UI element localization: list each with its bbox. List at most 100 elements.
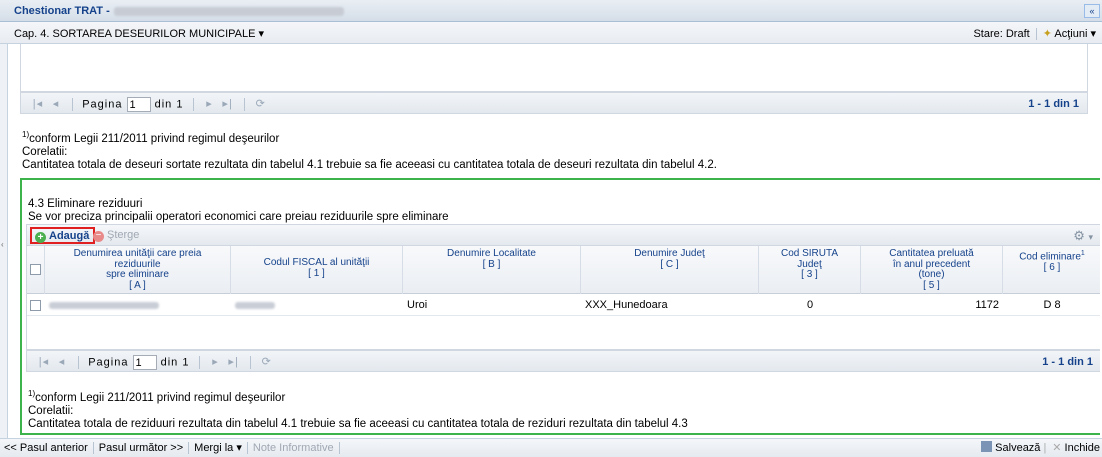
- col-header-line: Denumire Judeţ: [634, 248, 705, 259]
- plus-icon: +: [35, 232, 46, 243]
- page-of-label: din 1: [154, 98, 184, 111]
- footnote-body: conform Legii 211/2011 privind regimul d…: [29, 132, 280, 145]
- select-all-checkbox[interactable]: [27, 246, 45, 294]
- next-page-icon[interactable]: ▸: [209, 355, 223, 368]
- menubar-right: Stare: Draft ✦ Acţiuni ▾: [973, 27, 1096, 41]
- page-label: Pagina: [88, 356, 129, 369]
- chevron-down-icon: ▾: [1088, 232, 1093, 242]
- row-checkbox[interactable]: [27, 295, 45, 316]
- col-header-judet[interactable]: Denumire Judeţ [ C ]: [581, 246, 759, 294]
- col-header-siruta[interactable]: Cod SIRUTA Judeţ [ 3 ]: [759, 246, 861, 294]
- chapter-label: Cap. 4. SORTAREA DESEURILOR MUNICIPALE: [14, 28, 256, 40]
- cell-siruta[interactable]: 0: [759, 295, 861, 316]
- divider: [249, 356, 251, 369]
- close-icon: ✕: [1052, 442, 1062, 454]
- last-page-icon[interactable]: ▸|: [227, 355, 241, 368]
- minus-icon: −: [93, 231, 104, 242]
- prev-step-button[interactable]: << Pasul anterior: [4, 442, 88, 454]
- divider: [246, 442, 248, 455]
- chevron-down-icon: ▾: [236, 442, 242, 454]
- divider: |: [1043, 442, 1047, 454]
- records-count: 1 - 1 din 1: [1042, 356, 1093, 368]
- actions-menu[interactable]: Acţiuni: [1054, 28, 1087, 40]
- divider: [72, 98, 74, 111]
- col-header-cantitate[interactable]: Cantitatea preluată în anul precedent (t…: [861, 246, 1003, 294]
- col-header-code: [ 6 ]: [1043, 261, 1061, 273]
- checkbox[interactable]: [30, 299, 41, 311]
- col-header-localitate[interactable]: Denumire Localitate [ B ]: [403, 246, 581, 294]
- divider: [198, 356, 200, 369]
- page-of-label: din 1: [160, 356, 190, 369]
- prev-page-icon[interactable]: ◂: [49, 97, 63, 110]
- redacted-title: [113, 6, 344, 16]
- col-header-code: [ 5 ]: [923, 279, 940, 291]
- chapter-menu[interactable]: Cap. 4. SORTAREA DESEURILOR MUNICIPALE ▾: [14, 27, 264, 40]
- gear-icon[interactable]: ⚙ ▾: [1073, 228, 1093, 244]
- footnote-text: 1)conform Legii 211/2011 privind regimul…: [28, 387, 688, 405]
- section-title: 4.3 Eliminare reziduuri: [28, 198, 143, 210]
- prev-page-icon[interactable]: ◂: [55, 355, 69, 368]
- pager-nav: |◂ ◂ Pagina din 1 ▸ ▸| ⟳: [37, 355, 274, 370]
- first-page-icon[interactable]: |◂: [31, 97, 45, 110]
- col-header-code: [ B ]: [482, 258, 501, 270]
- grid-toolbar: + Adaugă − Şterge ⚙ ▾: [26, 224, 1100, 246]
- corelatii-text: Cantitatea totala de reziduuri rezultata…: [28, 417, 688, 430]
- cell-denumire-unitate[interactable]: [45, 295, 231, 316]
- refresh-icon[interactable]: ⟳: [260, 355, 274, 368]
- cell-cod-eliminare[interactable]: D 8: [1003, 295, 1100, 316]
- divider: [338, 442, 340, 455]
- checkbox[interactable]: [30, 264, 41, 275]
- delete-label: Şterge: [107, 229, 140, 241]
- page-input[interactable]: [126, 97, 151, 112]
- left-collapse-bar[interactable]: ‹: [0, 44, 8, 438]
- cell-judet[interactable]: XXX_Hunedoara: [581, 295, 759, 316]
- footer-right: Salvează | ✕ Inchide: [981, 441, 1100, 454]
- collapse-arrow-icon: ‹: [1, 240, 4, 249]
- footnote-block-2: 1)conform Legii 211/2011 privind regimul…: [28, 387, 688, 431]
- cell-cantitate[interactable]: 1172: [861, 295, 1003, 316]
- last-page-icon[interactable]: ▸|: [221, 97, 235, 110]
- save-button[interactable]: Salvează: [981, 441, 1040, 454]
- page-label: Pagina: [82, 98, 123, 111]
- window-title-text: Chestionar TRAT -: [14, 5, 110, 17]
- goto-menu[interactable]: Mergi la ▾: [194, 442, 242, 454]
- pagination-bar: |◂ ◂ Pagina din 1 ▸ ▸| ⟳ 1 - 1 din 1: [26, 350, 1100, 372]
- next-page-icon[interactable]: ▸: [203, 97, 217, 110]
- first-page-icon[interactable]: |◂: [37, 355, 51, 368]
- col-header-text: Cod eliminare: [1019, 251, 1081, 263]
- col-header-code: [ 3 ]: [801, 269, 818, 280]
- divider: [1035, 28, 1037, 41]
- save-icon: [981, 441, 993, 452]
- cell-localitate[interactable]: Uroi: [403, 295, 581, 316]
- section-header: 4.3 Eliminare reziduuri Se vor preciza p…: [28, 198, 449, 224]
- chevron-down-icon: ▾: [258, 28, 265, 40]
- add-button[interactable]: + Adaugă: [30, 227, 96, 244]
- close-button[interactable]: ✕ Inchide: [1049, 442, 1100, 454]
- corelatii-text: Cantitatea totala de deseuri sortate rez…: [22, 158, 717, 171]
- page-input[interactable]: [132, 355, 157, 370]
- col-header-line: Cantitatea preluată: [889, 248, 974, 259]
- footnote-block-1: 1)conform Legii 211/2011 privind regimul…: [22, 128, 717, 172]
- window-title: Chestionar TRAT -: [14, 5, 344, 17]
- notes-button[interactable]: Note Informative: [253, 442, 334, 454]
- corelatii-label: Corelatii:: [22, 145, 68, 158]
- table-header: Denumirea unităţii care preia reziduuril…: [27, 246, 1100, 294]
- refresh-icon[interactable]: ⟳: [254, 97, 268, 110]
- footer-left: << Pasul anterior Pasul următor >> Mergi l…: [4, 441, 345, 455]
- delete-button[interactable]: − Şterge: [93, 229, 139, 242]
- sparkle-icon: ✦: [1042, 28, 1052, 40]
- col-header-line: Codul FISCAL al unităţii: [263, 257, 370, 268]
- col-header-cod-eliminare[interactable]: Cod eliminare1 [ 6 ]: [1003, 246, 1100, 294]
- divider: [192, 98, 194, 111]
- wizard-footer: << Pasul anterior Pasul următor >> Mergi l…: [0, 438, 1102, 457]
- cell-cod-fiscal[interactable]: [231, 295, 403, 316]
- chapter-menubar: Cap. 4. SORTAREA DESEURILOR MUNICIPALE ▾…: [0, 22, 1102, 44]
- col-header-cod-fiscal[interactable]: Codul FISCAL al unităţii [ 1 ]: [231, 246, 403, 294]
- divider: [78, 356, 80, 369]
- next-step-button[interactable]: Pasul următor >>: [99, 442, 183, 454]
- divider: [243, 98, 245, 111]
- eliminare-table: Denumirea unităţii care preia reziduuril…: [26, 246, 1100, 350]
- col-header-denumire-unitate[interactable]: Denumirea unităţii care preia reziduuril…: [45, 246, 231, 294]
- table-row[interactable]: Uroi XXX_Hunedoara 0 1172 D 8: [27, 295, 1100, 316]
- collapse-icon[interactable]: «: [1084, 4, 1100, 18]
